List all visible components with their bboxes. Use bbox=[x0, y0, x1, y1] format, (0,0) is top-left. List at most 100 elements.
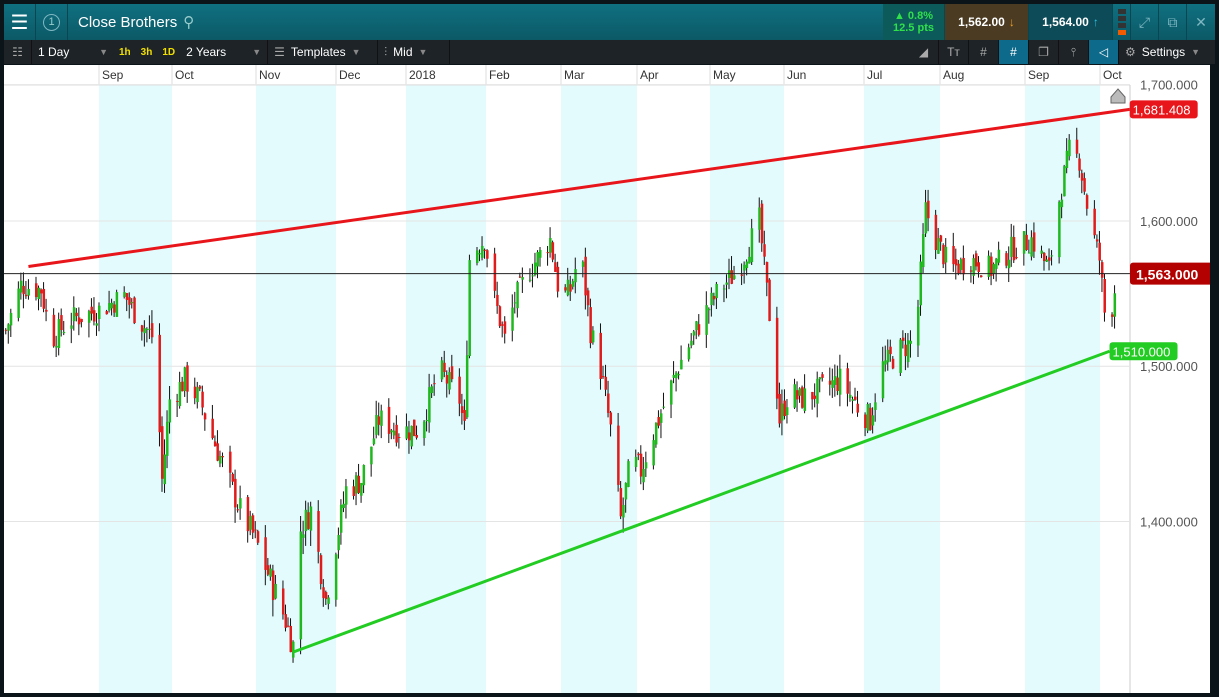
text-size-icon[interactable]: Tт bbox=[939, 40, 969, 64]
instrument-title[interactable]: Close Brothers bbox=[68, 14, 177, 31]
candle-body bbox=[1015, 257, 1018, 259]
settings-button[interactable]: ⚙ Settings ▼ bbox=[1119, 40, 1215, 64]
candle-body bbox=[624, 482, 628, 500]
candle-body bbox=[957, 263, 960, 274]
candle-body bbox=[659, 413, 663, 423]
grid-icon[interactable]: # bbox=[969, 40, 999, 64]
candle-body bbox=[246, 497, 250, 532]
month-band bbox=[710, 85, 784, 693]
candle-body bbox=[521, 277, 524, 280]
watchlist-badge[interactable]: 1 bbox=[36, 4, 68, 40]
candle-body bbox=[745, 261, 749, 269]
candle-body bbox=[77, 317, 81, 325]
price-tick-label: 1,400.000 bbox=[1140, 514, 1198, 529]
grid-edit-icon[interactable]: # bbox=[999, 40, 1029, 64]
layers-icon[interactable]: ❐ bbox=[1029, 40, 1059, 64]
candle-body bbox=[654, 422, 658, 445]
quick-1h[interactable]: 1h bbox=[114, 47, 136, 58]
candle-body bbox=[798, 388, 802, 396]
label-tag-icon[interactable]: ◁ bbox=[1089, 40, 1119, 64]
candle-body bbox=[919, 261, 923, 306]
interval-select[interactable]: 1 Day ▼ bbox=[32, 40, 114, 64]
candle-body bbox=[433, 383, 436, 385]
candle-body bbox=[360, 482, 363, 496]
quick-3h[interactable]: 3h bbox=[136, 47, 158, 58]
candle-body bbox=[927, 200, 930, 219]
list-icon[interactable]: ☷ bbox=[4, 40, 32, 64]
candle-body bbox=[1060, 199, 1064, 208]
candle-icon: ⫶ bbox=[384, 44, 388, 59]
candle-body bbox=[813, 395, 817, 399]
candle-body bbox=[997, 249, 1001, 263]
sell-button[interactable]: 1,562.00 ↓ bbox=[945, 4, 1029, 40]
candle-body bbox=[337, 534, 340, 551]
candle-body bbox=[801, 387, 804, 408]
candle-body bbox=[75, 312, 78, 317]
candle-body bbox=[604, 376, 608, 390]
candle-body bbox=[780, 403, 784, 421]
candle-body bbox=[712, 296, 716, 300]
menu-icon[interactable]: ☰ bbox=[4, 4, 36, 40]
month-label: Jul bbox=[867, 68, 882, 82]
expand-icon[interactable]: ⤢ bbox=[1131, 4, 1159, 40]
candle-body bbox=[639, 453, 643, 477]
candle-body bbox=[375, 415, 378, 435]
candle-body bbox=[1045, 259, 1049, 262]
search-icon[interactable]: ⚲ bbox=[183, 13, 194, 31]
candle-body bbox=[269, 568, 272, 577]
quick-1d[interactable]: 1D bbox=[157, 47, 180, 58]
candle-body bbox=[193, 386, 197, 399]
candle-body bbox=[574, 269, 577, 283]
month-label: 2018 bbox=[409, 68, 436, 82]
candle-body bbox=[178, 381, 182, 407]
candle-body bbox=[642, 468, 645, 483]
candle-body bbox=[1012, 237, 1016, 261]
price-change: ▲ 0.8% 12.5 pts bbox=[883, 4, 945, 40]
range-select[interactable]: 2 Years ▼ bbox=[180, 40, 269, 64]
candle-body bbox=[1113, 293, 1117, 317]
candle-body bbox=[55, 345, 58, 348]
candle-body bbox=[848, 394, 852, 399]
candle-body bbox=[72, 307, 76, 322]
candle-body bbox=[942, 244, 945, 265]
candle-body bbox=[168, 399, 172, 423]
candle-body bbox=[493, 253, 497, 291]
candle-body bbox=[944, 246, 948, 263]
candle-body bbox=[695, 321, 698, 331]
candle-body bbox=[324, 592, 328, 600]
candle-body bbox=[211, 418, 214, 439]
close-icon[interactable]: ✕ bbox=[1187, 4, 1215, 40]
candle-body bbox=[251, 515, 255, 533]
candle-body bbox=[952, 246, 955, 265]
candle-body bbox=[57, 319, 61, 349]
candle-body bbox=[87, 311, 91, 323]
candle-body bbox=[864, 414, 867, 429]
candle-body bbox=[672, 374, 676, 378]
month-band bbox=[1025, 85, 1100, 693]
draw-tool-icon[interactable]: ◢ bbox=[909, 40, 939, 64]
price-tick-label: 1,700.000 bbox=[1140, 78, 1198, 93]
candle-body bbox=[924, 202, 928, 234]
price-chart[interactable]: Sep Oct Nov Dec 2018 Feb Mar Apr May Jun Jul Aug Sep… bbox=[4, 65, 1213, 693]
candle-body bbox=[148, 328, 151, 330]
candle-body bbox=[743, 264, 746, 271]
candle-body bbox=[871, 415, 875, 426]
month-label: Dec bbox=[339, 68, 360, 82]
crosshair-icon[interactable]: ⫯ bbox=[1059, 40, 1089, 64]
candle-body bbox=[289, 625, 293, 653]
candle-body bbox=[1078, 158, 1081, 171]
candle-body bbox=[425, 420, 429, 422]
candle-body bbox=[937, 238, 940, 254]
candle-body bbox=[498, 306, 502, 327]
candle-body bbox=[934, 214, 938, 251]
candle-body bbox=[4, 329, 8, 331]
templates-select[interactable]: ☰ Templates ▼ bbox=[268, 40, 379, 64]
popout-icon[interactable]: ⧉ bbox=[1159, 4, 1187, 40]
candle-body bbox=[1022, 231, 1026, 254]
buy-button[interactable]: 1,564.00 ↑ bbox=[1029, 4, 1113, 40]
chevron-down-icon: ▼ bbox=[418, 47, 428, 57]
candle-body bbox=[415, 435, 419, 438]
candle-body bbox=[680, 359, 683, 370]
candle-body bbox=[486, 250, 489, 259]
price-type-select[interactable]: ⫶ Mid ▼ bbox=[378, 40, 451, 64]
